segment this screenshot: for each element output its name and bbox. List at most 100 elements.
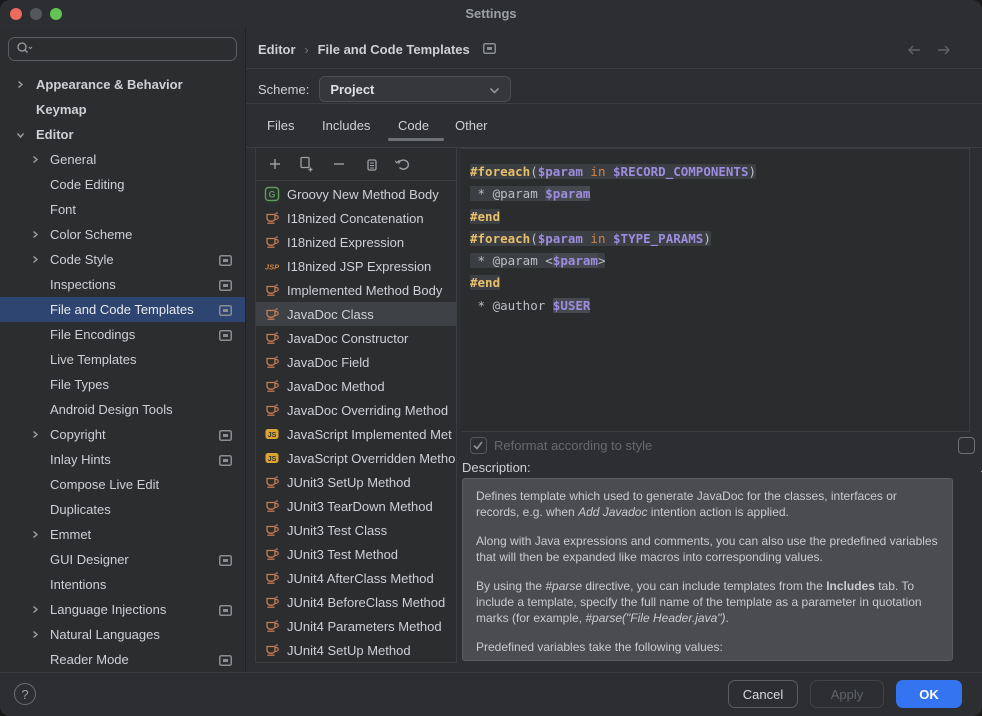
code-line: #end <box>470 272 969 294</box>
sidebar-item-keymap[interactable]: Keymap <box>0 97 245 122</box>
remove-template-icon[interactable] <box>328 153 350 175</box>
sidebar-item-font[interactable]: Font <box>0 197 245 222</box>
template-name: JavaDoc Constructor <box>287 331 408 346</box>
template-list-item[interactable]: JavaDoc Class <box>256 302 456 326</box>
cancel-button[interactable]: Cancel <box>728 680 798 708</box>
sidebar-item-appearance-behavior[interactable]: Appearance & Behavior <box>0 72 245 97</box>
scheme-dropdown[interactable]: Project <box>319 76 511 102</box>
template-list-item[interactable]: JUnit4 SetUp Method <box>256 638 456 662</box>
sidebar-item-color-scheme[interactable]: Color Scheme <box>0 222 245 247</box>
sidebar-item-gui-designer[interactable]: GUI Designer <box>0 547 245 572</box>
tab-files[interactable]: Files <box>267 118 294 133</box>
template-list-item[interactable]: JSPI18nized JSP Expression <box>256 254 456 278</box>
sidebar-item-file-encodings[interactable]: File Encodings <box>0 322 245 347</box>
template-list-item[interactable]: GGroovy New Method Body <box>256 182 456 206</box>
template-list-item[interactable]: JavaDoc Constructor <box>256 326 456 350</box>
java-file-icon <box>264 498 280 514</box>
svg-text:JS: JS <box>268 456 277 463</box>
template-list-item[interactable]: JUnit3 Test Method <box>256 542 456 566</box>
sidebar-item-emmet[interactable]: Emmet <box>0 522 245 547</box>
description-paragraph: Defines template which used to generate … <box>476 488 939 520</box>
template-list-item[interactable]: JUnit3 SetUp Method <box>256 470 456 494</box>
template-list-item[interactable]: JUnit4 Parameters Method <box>256 614 456 638</box>
tab-includes[interactable]: Includes <box>322 118 370 133</box>
template-name: Groovy New Method Body <box>287 187 439 202</box>
divider <box>246 68 982 69</box>
add-template-icon[interactable] <box>264 153 286 175</box>
add-child-template-icon[interactable] <box>296 153 318 175</box>
template-list-item[interactable]: JUnit4 AfterClass Method <box>256 566 456 590</box>
chevron-right-icon[interactable] <box>30 155 40 164</box>
chevron-right-icon[interactable] <box>30 630 40 639</box>
sidebar-item-reader-mode[interactable]: Reader Mode <box>0 647 245 672</box>
back-icon[interactable] <box>906 44 922 59</box>
template-name: I18nized Concatenation <box>287 211 424 226</box>
sidebar-item-duplicates[interactable]: Duplicates <box>0 497 245 522</box>
template-list-item[interactable]: JavaDoc Overriding Method <box>256 398 456 422</box>
description-panel[interactable]: Defines template which used to generate … <box>462 478 953 661</box>
sidebar-item-general[interactable]: General <box>0 147 245 172</box>
sidebar-item-code-editing[interactable]: Code Editing <box>0 172 245 197</box>
description-label: Description: <box>462 460 531 475</box>
ok-button[interactable]: OK <box>896 680 962 708</box>
template-list-item[interactable]: JUnit4 BeforeClass Method <box>256 590 456 614</box>
search-input[interactable] <box>8 37 237 61</box>
sidebar-item-live-templates[interactable]: Live Templates <box>0 347 245 372</box>
chevron-right-icon[interactable] <box>30 605 40 614</box>
sidebar-item-editor[interactable]: Editor <box>0 122 245 147</box>
java-file-icon <box>264 306 280 322</box>
template-name: JUnit3 SetUp Method <box>287 475 411 490</box>
template-list-item[interactable]: JUnit3 Test Class <box>256 518 456 542</box>
sidebar-item-file-types[interactable]: File Types <box>0 372 245 397</box>
sidebar-item-code-style[interactable]: Code Style <box>0 247 245 272</box>
sidebar-item-inlay-hints[interactable]: Inlay Hints <box>0 447 245 472</box>
template-list-item[interactable]: JavaDoc Method <box>256 374 456 398</box>
reformat-checkbox <box>470 437 487 454</box>
template-list-item[interactable]: JavaDoc Field <box>256 350 456 374</box>
template-list-item[interactable]: I18nized Expression <box>256 230 456 254</box>
sidebar-item-label: Copyright <box>50 427 106 442</box>
in-project-marker-icon <box>219 329 232 344</box>
java-file-icon <box>264 618 280 634</box>
sidebar-item-label: GUI Designer <box>50 552 129 567</box>
chevron-right-icon[interactable] <box>30 230 40 239</box>
search-icon <box>16 41 34 58</box>
sidebar-item-android-design-tools[interactable]: Android Design Tools <box>0 397 245 422</box>
live-templates-checkbox[interactable] <box>958 437 975 454</box>
template-list-item[interactable]: JS JavaScript Overridden Metho <box>256 446 456 470</box>
java-file-icon <box>264 378 280 394</box>
code-line: * @author $USER <box>470 295 969 317</box>
sidebar-item-intentions[interactable]: Intentions <box>0 572 245 597</box>
java-file-icon <box>264 330 280 346</box>
breadcrumb-section[interactable]: Editor <box>258 42 296 57</box>
chevron-right-icon[interactable] <box>15 80 25 89</box>
template-list-item[interactable]: JSJavaScript Implemented Met <box>256 422 456 446</box>
template-list-item[interactable]: JUnit3 TearDown Method <box>256 494 456 518</box>
template-name: JavaDoc Overriding Method <box>287 403 448 418</box>
java-file-icon <box>264 594 280 610</box>
template-list-item[interactable]: I18nized Concatenation <box>256 206 456 230</box>
sidebar-item-language-injections[interactable]: Language Injections <box>0 597 245 622</box>
chevron-down-icon <box>489 82 500 97</box>
sidebar-item-file-and-code-templates[interactable]: File and Code Templates <box>0 297 245 322</box>
tab-code[interactable]: Code <box>398 118 429 133</box>
sidebar-item-natural-languages[interactable]: Natural Languages <box>0 622 245 647</box>
chevron-right-icon[interactable] <box>30 530 40 539</box>
java-file-icon <box>264 570 280 586</box>
sidebar-item-copyright[interactable]: Copyright <box>0 422 245 447</box>
forward-icon[interactable] <box>936 44 952 59</box>
help-button[interactable]: ? <box>14 683 36 705</box>
chevron-down-icon[interactable] <box>15 131 25 139</box>
copy-template-icon[interactable] <box>360 153 382 175</box>
reset-template-icon[interactable] <box>392 153 414 175</box>
template-list-item[interactable]: Implemented Method Body <box>256 278 456 302</box>
chevron-right-icon[interactable] <box>30 255 40 264</box>
java-file-icon <box>264 210 280 226</box>
sidebar-item-compose-live-edit[interactable]: Compose Live Edit <box>0 472 245 497</box>
sidebar-item-inspections[interactable]: Inspections <box>0 272 245 297</box>
template-code-editor[interactable]: #foreach($param in $RECORD_COMPONENTS) *… <box>461 148 970 432</box>
chevron-right-icon[interactable] <box>30 430 40 439</box>
tab-other[interactable]: Other <box>455 118 488 133</box>
sidebar-item-label: Keymap <box>36 102 87 117</box>
template-name: JavaScript Overridden Metho <box>287 451 455 466</box>
